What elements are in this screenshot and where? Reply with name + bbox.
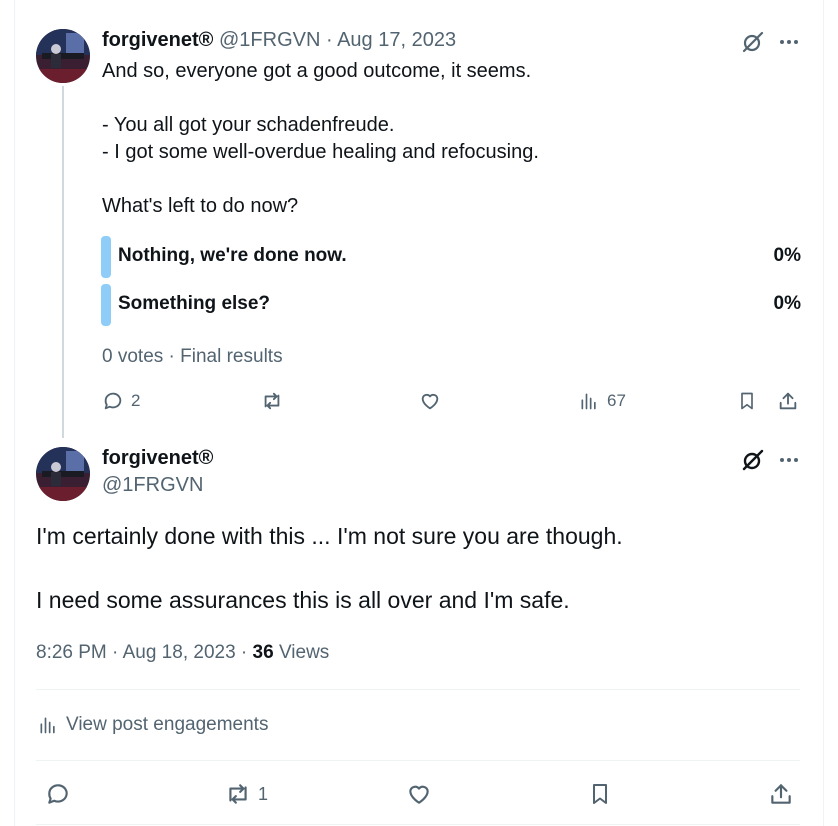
poll-summary: 0 votes · Final results [102,346,283,367]
views-icon[interactable] [576,388,602,414]
divider [36,760,800,761]
poll-bar [101,284,111,326]
poll-option-percent: 0% [773,293,801,314]
poll-option: Nothing, we're done now. 0% [101,236,801,278]
view-engagements-label: View post engagements [66,714,269,735]
timestamp[interactable]: 8:26 PM · Aug 18, 2023 · [36,642,253,663]
post-text: And so, everyone got a good outcome, it … [102,58,539,220]
repost-icon[interactable] [258,388,286,414]
poll-option-percent: 0% [773,245,801,266]
reply-icon[interactable] [43,779,73,809]
thread-connector [62,86,64,438]
more-icon[interactable] [774,446,804,474]
views-icon [36,713,60,737]
post-header: forgivenet® @1FRGVN · Aug 17, 2023 [102,29,456,52]
post-text-line: - You all got your schadenfreude. [102,114,395,136]
post-text: I'm certainly done with this ... I'm not… [36,520,623,616]
divider [36,824,800,825]
reply-icon[interactable] [100,388,126,414]
reply-count[interactable]: 2 [131,391,140,411]
repost-count[interactable]: 1 [258,784,268,805]
divider [36,689,800,690]
repost-icon[interactable] [222,779,254,809]
handle-date[interactable]: @1FRGVN · Aug 17, 2023 [219,29,456,51]
more-icon[interactable] [774,28,804,56]
like-icon[interactable] [404,779,434,809]
handle[interactable]: @1FRGVN [102,474,213,497]
bookmark-icon[interactable] [734,388,760,414]
avatar[interactable] [36,447,90,501]
post-text-line: - I got some well-overdue healing and re… [102,141,539,163]
like-icon[interactable] [417,388,443,414]
bookmark-icon[interactable] [585,779,615,809]
avatar[interactable] [36,29,90,83]
grok-icon[interactable] [738,28,768,56]
post-metadata: 8:26 PM · Aug 18, 2023 · 36 Views [36,642,329,664]
views-count[interactable]: 67 [607,391,626,411]
poll-option: Something else? 0% [101,284,801,326]
post-text-line: I need some assurances this is all over … [36,587,570,613]
author-name[interactable]: forgivenet® [102,29,213,51]
grok-icon[interactable] [738,446,768,474]
post-text-line: And so, everyone got a good outcome, it … [102,60,532,82]
share-icon[interactable] [766,779,796,809]
post-text-line: I'm certainly done with this ... I'm not… [36,523,623,549]
views-count: 36 [252,642,274,663]
poll-option-label: Something else? [118,293,271,314]
poll-bar [101,236,111,278]
share-icon[interactable] [775,388,801,414]
post-text-line: What's left to do now? [102,195,299,217]
views-label: Views [273,642,330,663]
post-header: forgivenet® @1FRGVN [102,447,213,497]
poll-option-label: Nothing, we're done now. [118,245,347,266]
author-name[interactable]: forgivenet® [102,447,213,470]
view-engagements-link[interactable]: View post engagements [36,713,268,737]
